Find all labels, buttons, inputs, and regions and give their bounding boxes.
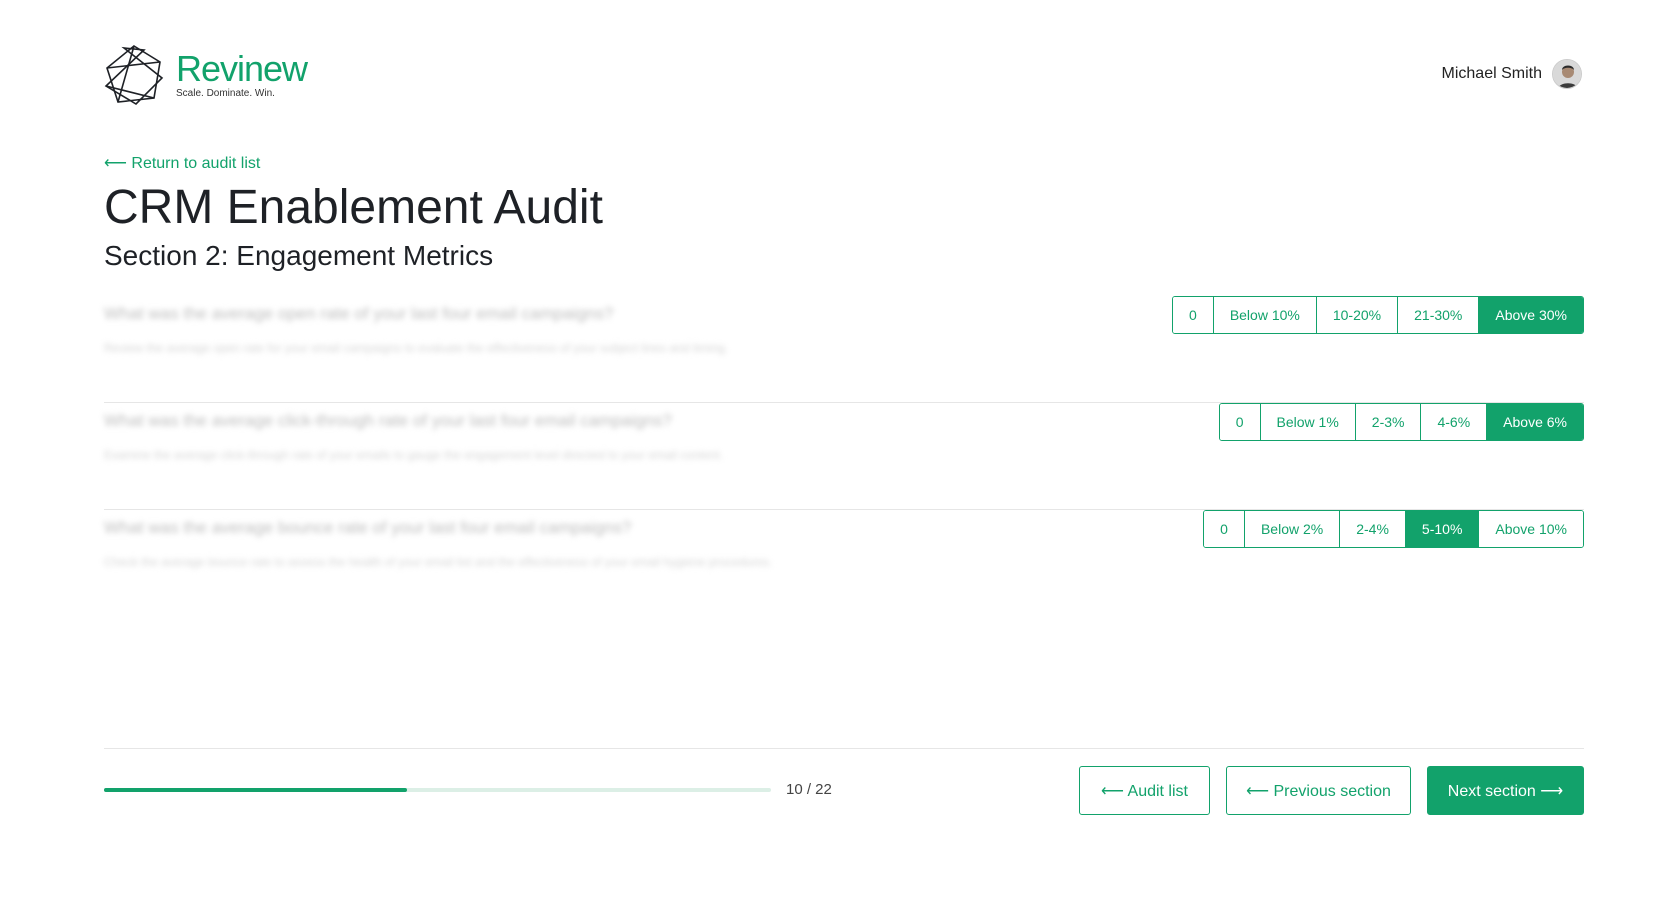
question-text: What was the average click-through rate … bbox=[104, 411, 924, 465]
question-list: What was the average open rate of your l… bbox=[104, 296, 1584, 617]
section-title: Section 2: Engagement Metrics bbox=[104, 240, 494, 271]
answer-option[interactable]: 4-6% bbox=[1420, 404, 1487, 440]
answer-option[interactable]: 5-10% bbox=[1404, 511, 1479, 547]
question-text: What was the average bounce rate of your… bbox=[104, 518, 924, 572]
answer-option[interactable]: Below 2% bbox=[1243, 511, 1340, 547]
audit-list-button[interactable]: ⟵ Audit list bbox=[1079, 766, 1210, 815]
brand-name: Revinew bbox=[176, 48, 308, 89]
answer-option[interactable]: 10-20% bbox=[1315, 297, 1398, 333]
previous-section-button[interactable]: ⟵ Previous section bbox=[1226, 766, 1411, 815]
answer-option[interactable]: 0 bbox=[1173, 297, 1213, 333]
avatar[interactable] bbox=[1552, 59, 1582, 89]
answer-options: 0 Below 10% 10-20% 21-30% Above 30% bbox=[1172, 296, 1584, 334]
question-title: What was the average bounce rate of your… bbox=[104, 518, 632, 537]
question-description: Examine the average click-through rate o… bbox=[104, 448, 724, 462]
answer-option[interactable]: Below 10% bbox=[1212, 297, 1316, 333]
progress-count: 10 / 22 bbox=[786, 781, 832, 798]
brand-tagline: Scale. Dominate. Win. bbox=[176, 88, 275, 99]
user-menu[interactable]: Michael Smith bbox=[1442, 59, 1582, 89]
question-row: What was the average open rate of your l… bbox=[104, 296, 1584, 403]
answer-option[interactable]: Below 1% bbox=[1259, 404, 1355, 440]
answer-option[interactable]: 2-3% bbox=[1354, 404, 1421, 440]
answer-option[interactable]: Above 6% bbox=[1486, 404, 1583, 440]
user-name: Michael Smith bbox=[1441, 65, 1542, 82]
question-title: What was the average open rate of your l… bbox=[104, 304, 614, 323]
question-row: What was the average click-through rate … bbox=[104, 403, 1584, 510]
answer-option[interactable]: 21-30% bbox=[1397, 297, 1479, 333]
page-title: CRM Enablement Audit bbox=[104, 181, 603, 234]
answer-options: 0 Below 1% 2-3% 4-6% Above 6% bbox=[1218, 403, 1584, 441]
answer-option[interactable]: 0 bbox=[1204, 511, 1244, 547]
answer-option[interactable]: Above 30% bbox=[1478, 297, 1583, 333]
progress-bar-fill bbox=[104, 788, 408, 792]
footer-divider bbox=[104, 748, 1584, 749]
question-description: Check the average bounce rate to assess … bbox=[104, 555, 773, 569]
answer-option[interactable]: 0 bbox=[1219, 404, 1260, 440]
question-text: What was the average open rate of your l… bbox=[104, 304, 924, 358]
audit-page: Revinew Scale. Dominate. Win. Michael Sm… bbox=[0, 0, 1680, 900]
progress-bar bbox=[104, 788, 771, 792]
next-section-button[interactable]: Next section ⟶ bbox=[1427, 766, 1584, 815]
return-to-audit-list-link[interactable]: ⟵ Return to audit list bbox=[104, 153, 260, 173]
question-row: What was the average bounce rate of your… bbox=[104, 510, 1584, 617]
question-description: Review the average open rate for your em… bbox=[104, 341, 729, 355]
question-title: What was the average click-through rate … bbox=[104, 411, 672, 430]
answer-option[interactable]: 2-4% bbox=[1339, 511, 1405, 547]
brand-logo[interactable]: Revinew Scale. Dominate. Win. bbox=[104, 44, 308, 106]
answer-option[interactable]: Above 10% bbox=[1478, 511, 1583, 547]
answer-options: 0 Below 2% 2-4% 5-10% Above 10% bbox=[1203, 510, 1584, 548]
user-avatar-icon bbox=[1553, 60, 1581, 88]
network-star-icon bbox=[104, 45, 164, 106]
logo-text: Revinew Scale. Dominate. Win. bbox=[176, 48, 308, 100]
